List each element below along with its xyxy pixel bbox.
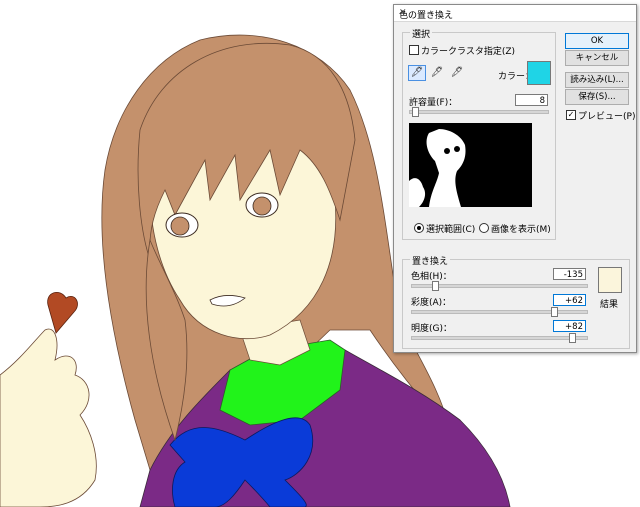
color-cluster-label: カラークラスタ指定(Z) <box>421 47 516 57</box>
hand <box>0 328 97 507</box>
eyedropper-minus-icon[interactable]: 🖋 <box>448 65 466 81</box>
saturation-slider-thumb[interactable] <box>551 307 558 317</box>
replacement-group-label: 置き換え <box>410 254 451 267</box>
result-label: 結果 <box>600 300 619 310</box>
eyedropper-plus-icon[interactable]: 🖋 <box>428 65 446 81</box>
selection-group-label: 選択 <box>410 27 433 40</box>
cancel-button[interactable]: キャンセル <box>565 50 629 66</box>
fuzziness-input[interactable]: 8 <box>515 94 548 106</box>
result-color-swatch[interactable] <box>598 267 622 293</box>
preview-checkbox[interactable]: ✓ <box>566 110 576 120</box>
hue-slider[interactable] <box>411 281 588 291</box>
dialog-titlebar[interactable]: 色の置き換え ✕ <box>394 5 636 22</box>
lightness-input[interactable]: +82 <box>553 320 586 332</box>
left-iris <box>170 216 190 236</box>
load-button[interactable]: 読み込み(L)... <box>565 72 629 88</box>
eyedropper-icon[interactable]: 🖋 <box>408 65 426 81</box>
radio-image[interactable] <box>479 223 489 233</box>
saturation-label: 彩度(A)： <box>411 298 452 308</box>
selection-preview <box>409 123 532 207</box>
replace-color-dialog: 色の置き換え ✕ 選択 カラークラスタ指定(Z) 🖋 🖋 🖋 カラー： 許容量(… <box>393 4 637 353</box>
ok-button[interactable]: OK <box>565 33 629 49</box>
lightness-label: 明度(G)： <box>411 324 452 334</box>
fuzziness-slider[interactable] <box>409 107 549 117</box>
preview-mask <box>409 129 466 207</box>
lightness-slider[interactable] <box>411 333 588 343</box>
saturation-slider[interactable] <box>411 307 588 317</box>
fuzziness-slider-thumb[interactable] <box>412 107 419 117</box>
lightness-slider-thumb[interactable] <box>569 333 576 343</box>
hue-input[interactable]: -135 <box>553 268 586 280</box>
radio-selection[interactable] <box>414 223 424 233</box>
radio-selection-label: 選択範囲(C) <box>426 225 476 235</box>
radio-image-label: 画像を表示(M) <box>491 225 551 235</box>
selection-color-swatch[interactable] <box>527 61 551 85</box>
right-iris <box>252 196 272 216</box>
color-cluster-checkbox[interactable] <box>409 45 419 55</box>
preview-label: プレビュー(P) <box>578 112 636 122</box>
chocolate <box>47 291 78 334</box>
save-button[interactable]: 保存(S)... <box>565 89 629 105</box>
close-icon[interactable]: ✕ <box>399 8 630 18</box>
saturation-input[interactable]: +62 <box>553 294 586 306</box>
hue-slider-thumb[interactable] <box>432 281 439 291</box>
